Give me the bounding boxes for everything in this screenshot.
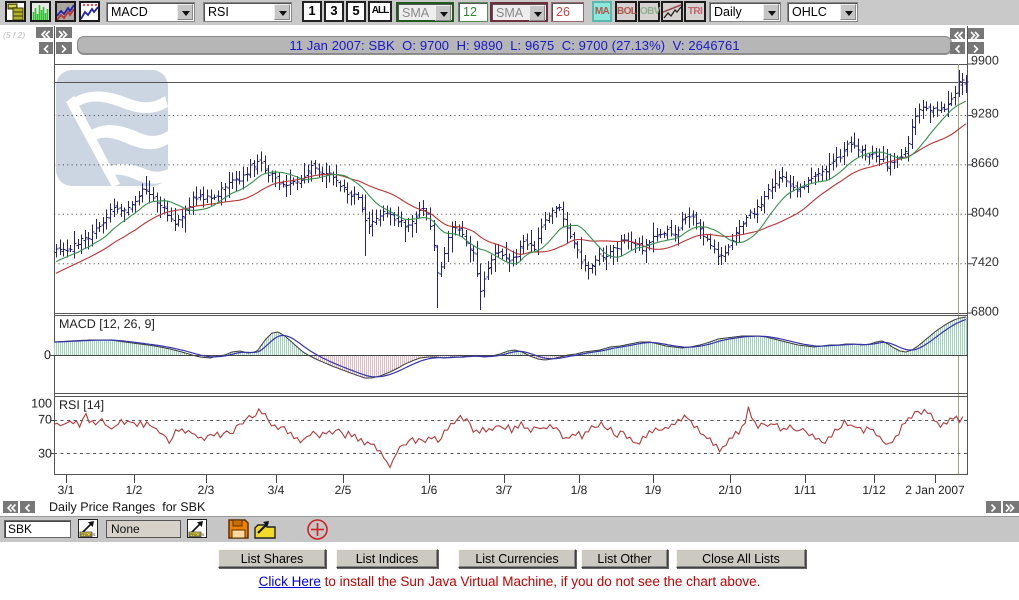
svg-text:2 Jan 2007: 2 Jan 2007 [905,483,965,497]
svg-text:MACD [12, 26, 9]: MACD [12, 26, 9] [59,317,155,331]
svg-text:1/2: 1/2 [126,483,143,497]
svg-text:2/10: 2/10 [718,483,742,497]
svg-text:8660: 8660 [971,156,999,170]
svg-text:8040: 8040 [971,206,999,220]
svg-text:1/9: 1/9 [645,483,662,497]
svg-text:RSI [14]: RSI [14] [59,398,104,412]
svg-text:100: 100 [31,397,52,411]
svg-text:1/6: 1/6 [421,483,438,497]
svg-text:0: 0 [44,348,51,362]
svg-text:1/8: 1/8 [571,483,588,497]
svg-text:9280: 9280 [971,107,999,121]
svg-text:3/7: 3/7 [496,483,513,497]
svg-text:2/5: 2/5 [335,483,352,497]
svg-text:30: 30 [38,447,52,461]
svg-text:Daily Price Ranges for SBK: Daily Price Ranges for SBK [49,500,206,514]
svg-text:1/11: 1/11 [794,483,817,497]
svg-text:7420: 7420 [971,255,999,269]
svg-text:PRICES: PRICES [81,532,96,537]
svg-text:1/12: 1/12 [862,483,886,497]
svg-text:9900: 9900 [971,54,999,68]
svg-text:2/3: 2/3 [198,483,215,497]
svg-text:PRICES: PRICES [190,532,205,537]
svg-text:6800: 6800 [971,304,999,318]
svg-text:3/4: 3/4 [268,483,285,497]
svg-text:70: 70 [38,413,52,427]
svg-text:3/1: 3/1 [58,483,75,497]
